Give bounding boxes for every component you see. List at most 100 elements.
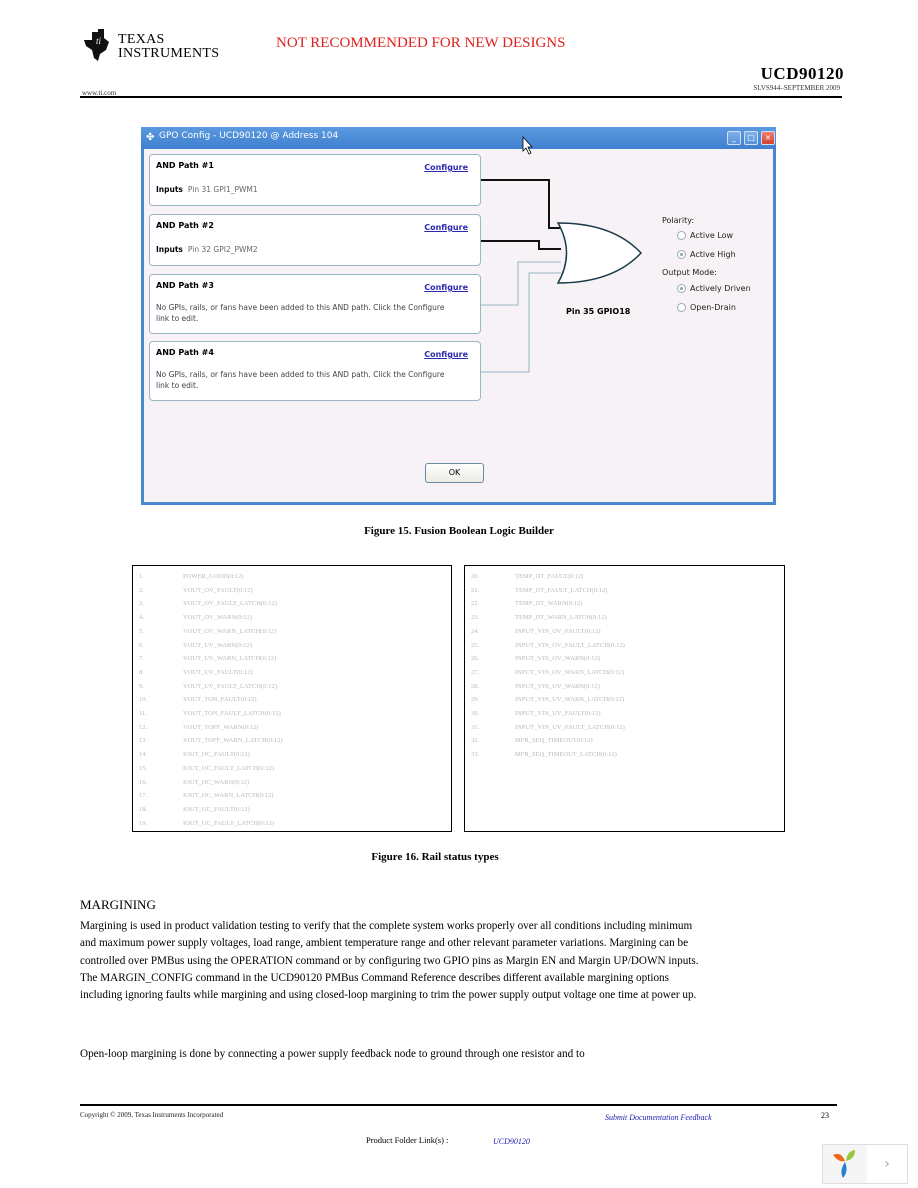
product-folder-label: Product Folder Link(s) : (366, 1135, 449, 1145)
rail-status-number: 2. (139, 586, 144, 594)
rail-status-row: 22. TEMP_OT_WARN(0:12) (471, 600, 583, 607)
rail-status-name: INPUT_VIN_UV_WARN_LATCH(0:12) (515, 696, 625, 704)
header-divider (80, 96, 842, 98)
and-path-card-1: AND Path #1 Configure Inputs Pin 31 GPI1_… (149, 154, 481, 206)
rail-status-number: 19. (139, 819, 148, 827)
rail-status-row: 33. MFR_SEQ_TIMEOUT_LATCH(0:12) (471, 751, 617, 758)
wire-path-2 (481, 240, 561, 250)
rail-status-name: INPUT_VIN_UV_WARN(0:12) (515, 682, 600, 690)
viewer-widget: › (822, 1144, 908, 1184)
radio-button[interactable] (677, 284, 686, 293)
radio-button[interactable] (677, 303, 686, 312)
rail-status-number: 12. (139, 723, 148, 731)
rail-status-name: INPUT_VIN_OV_WARN_LATCH(0:12) (515, 668, 625, 676)
rail-status-number: 10. (139, 696, 148, 704)
output-pin-label: Pin 35 GPIO18 (566, 307, 631, 316)
radio-actively-driven[interactable]: Actively Driven (677, 284, 751, 293)
section-title-margining: MARGINING (80, 897, 156, 912)
rail-status-number: 25. (471, 641, 480, 649)
rail-status-row: 5. VOUT_OV_WARN_LATCH(0:12) (139, 628, 276, 635)
radio-label: Open-Drain (690, 303, 736, 312)
rail-status-number: 15. (139, 764, 148, 772)
rail-status-number: 17. (139, 792, 148, 800)
radio-open-drain[interactable]: Open-Drain (677, 303, 736, 312)
rail-status-row: 15. IOUT_OC_FAULT_LATCH(0:12) (139, 765, 274, 772)
rail-status-name: VOUT_UV_FAULT_LATCH(0:12) (183, 682, 277, 690)
rail-status-name: TEMP_OT_WARN(0:12) (515, 600, 583, 608)
and-path-inputs: Inputs Pin 32 GPI2_PWM2 (156, 245, 258, 254)
rail-status-name: POWER_GOOD(0:12) (183, 573, 244, 580)
wire-path-1 (481, 179, 561, 229)
configure-link[interactable]: Configure (424, 283, 468, 292)
doc-number: UCD90120 (760, 64, 844, 83)
rail-status-row: 1. POWER_GOOD(0:12) (139, 573, 244, 580)
configure-link[interactable]: Configure (424, 163, 468, 172)
rail-status-row: 12. VOUT_TOFF_WARN(0:12) (139, 724, 258, 731)
rail-status-number: 20. (471, 573, 480, 580)
rail-status-row: 31. INPUT_VIN_UV_FAULT_LATCH(0:12) (471, 724, 625, 731)
rail-status-number: 23. (471, 614, 480, 622)
and-path-card-4: AND Path #4 Configure No GPIs, rails, or… (149, 341, 481, 401)
rail-status-number: 3. (139, 600, 144, 608)
rail-status-number: 11. (139, 710, 147, 717)
configure-link[interactable]: Configure (424, 350, 468, 359)
rail-status-name: VOUT_UV_WARN_LATCH(0:12) (183, 655, 277, 663)
and-path-empty-message: No GPIs, rails, or fans have been added … (156, 370, 445, 390)
rail-status-row: 4. VOUT_OV_WARN(0:12) (139, 614, 252, 621)
rail-status-name: INPUT_VIN_UV_FAULT(0:12) (515, 710, 601, 717)
rail-status-number: 7. (139, 655, 144, 663)
radio-active-low[interactable]: Active Low (677, 231, 733, 240)
rail-status-number: 26. (471, 655, 480, 663)
radio-label: Active High (690, 250, 736, 259)
rail-status-row: 9. VOUT_UV_FAULT_LATCH(0:12) (139, 683, 277, 690)
rail-status-number: 4. (139, 614, 144, 622)
and-path-card-2: AND Path #2 Configure Inputs Pin 32 GPI2_… (149, 214, 481, 266)
rail-status-name: IOUT_OC_FAULT(0:12) (183, 751, 250, 759)
rail-status-name: VOUT_TON_FAULT_LATCH(0:12) (183, 710, 281, 717)
footer-divider (80, 1104, 837, 1106)
rail-status-name: VOUT_OV_WARN(0:12) (183, 614, 252, 622)
rail-status-name: INPUT_VIN_UV_FAULT_LATCH(0:12) (515, 723, 625, 731)
radio-label: Active Low (690, 231, 734, 240)
rail-status-row: 32. MFR_SEQ_TIMEOUT(0:12) (471, 737, 593, 744)
and-path-title: AND Path #2 (156, 221, 214, 230)
radio-label: Actively Driven (690, 284, 751, 293)
rail-status-number: 30. (471, 710, 480, 717)
rail-status-name: INPUT_VIN_OV_FAULT_LATCH(0:12) (515, 641, 625, 649)
rail-status-row: 2. VOUT_OV_FAULT(0:12) (139, 587, 253, 594)
figure-15-caption: Figure 15. Fusion Boolean Logic Builder (364, 525, 554, 537)
ok-button[interactable]: OK (425, 463, 484, 483)
and-path-inputs: Inputs Pin 31 GPI1_PWM1 (156, 185, 258, 194)
rail-status-number: 33. (471, 751, 480, 759)
rail-status-name: VOUT_TOFF_WARN_LATCH(0:12) (183, 737, 283, 745)
rail-status-number: 16. (139, 778, 148, 786)
radio-button[interactable] (677, 231, 686, 240)
radio-button[interactable] (677, 250, 686, 259)
rail-status-row: 10. VOUT_TON_FAULT(0:12) (139, 696, 257, 703)
rail-status-number: 9. (139, 682, 144, 690)
rail-status-number: 27. (471, 668, 480, 676)
inputs-value: Pin 32 GPI2_PWM2 (187, 245, 258, 254)
next-page-button[interactable]: › (867, 1145, 907, 1183)
and-path-title: AND Path #3 (156, 281, 214, 290)
rail-status-row: 18. IOUT_UC_FAULT(0:12) (139, 806, 250, 813)
page-number: 23 (821, 1111, 829, 1120)
rail-status-name: IOUT_OC_FAULT_LATCH(0:12) (183, 764, 274, 772)
margining-paragraph-2: Open-loop margining is done by connectin… (80, 1048, 585, 1060)
rail-status-number: 29. (471, 696, 480, 704)
rail-status-name: IOUT_UC_FAULT(0:12) (183, 805, 250, 813)
rail-status-row: 26. INPUT_VIN_OV_WARN(0:12) (471, 655, 600, 662)
rail-status-row: 7. VOUT_UV_WARN_LATCH(0:12) (139, 655, 276, 662)
rail-status-name: TEMP_OT_FAULT(0:12) (515, 573, 584, 580)
submit-feedback-link[interactable]: Submit Documentation Feedback (605, 1113, 712, 1122)
viewer-logo-icon (823, 1145, 868, 1183)
configure-link[interactable]: Configure (424, 223, 468, 232)
radio-active-high[interactable]: Active High (677, 250, 736, 259)
product-folder-link[interactable]: UCD90120 (493, 1137, 530, 1146)
doc-date: SLVS944–SEPTEMBER 2009 (753, 84, 840, 92)
rail-status-number: 1. (139, 573, 144, 580)
rail-status-number: 28. (471, 682, 480, 690)
rail-status-name: IOUT_OC_WARN(0:12) (183, 778, 250, 786)
rail-status-row: 24. INPUT_VIN_OV_FAULT(0:12) (471, 628, 601, 635)
rail-status-row: 19. IOUT_UC_FAULT_LATCH(0:12) (139, 820, 274, 827)
